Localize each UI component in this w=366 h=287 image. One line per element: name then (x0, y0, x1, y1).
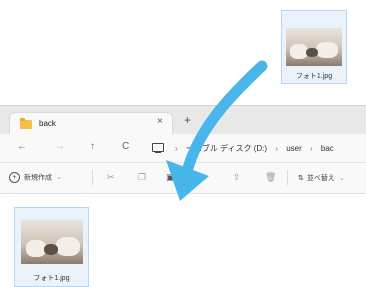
photo-thumbnail (286, 28, 342, 66)
divider (92, 170, 93, 185)
share-icon[interactable]: ⇪ (233, 172, 241, 183)
sort-button-label: 並べ替え (306, 175, 335, 182)
breadcrumb-drive[interactable]: ーバブル ディスク (D:) (186, 144, 267, 153)
cut-icon[interactable]: ✂ (107, 172, 115, 183)
new-button[interactable]: + 新規作成 ⌄ (9, 172, 62, 183)
forward-arrow-icon[interactable]: → (55, 141, 65, 152)
sort-icon: ⇅ (298, 175, 304, 182)
breadcrumb-separator: › (175, 144, 178, 153)
close-icon[interactable]: × (157, 116, 163, 127)
rename-icon[interactable]: ▭ (198, 172, 207, 183)
folder-icon (20, 118, 32, 129)
back-arrow-icon[interactable]: ← (17, 141, 27, 152)
breadcrumb-user[interactable]: user (286, 144, 302, 153)
new-tab-button[interactable]: + (184, 113, 191, 127)
paste-icon[interactable]: ▣ (166, 172, 175, 183)
breadcrumb-separator: › (275, 144, 278, 153)
dragged-file-name: フォト1.jpg (295, 73, 333, 80)
divider (287, 170, 288, 185)
breadcrumb[interactable]: › ーバブル ディスク (D:) › user › bac (175, 143, 340, 154)
tab-bar: back × + (0, 106, 366, 135)
tab-back[interactable]: back × (9, 112, 173, 135)
this-pc-icon[interactable] (152, 143, 164, 153)
breadcrumb-back[interactable]: bac (321, 144, 334, 153)
refresh-icon[interactable]: C (122, 141, 129, 152)
sort-button[interactable]: ⇅ 並べ替え ⌄ (298, 173, 345, 183)
tab-title: back (39, 119, 56, 128)
new-button-label: 新規作成 (24, 174, 52, 182)
file-name: フォト1.jpg (33, 275, 70, 282)
breadcrumb-separator: › (309, 144, 313, 153)
dragged-file-tile[interactable]: フォト1.jpg (281, 10, 347, 84)
delete-icon[interactable]: 🗑 (265, 172, 276, 183)
up-arrow-icon[interactable]: ↑ (90, 141, 95, 152)
copy-icon[interactable]: ❐ (138, 172, 146, 183)
navigation-bar: ← → ↑ C › ーバブル ディスク (D:) › user › bac (0, 134, 366, 163)
file-list-area[interactable]: フォト1.jpg (0, 194, 366, 287)
photo-thumbnail (21, 220, 83, 264)
chevron-down-icon: ⌄ (55, 174, 62, 182)
command-bar: + 新規作成 ⌄ ✂ ❐ ▣ ▭ ⇪ 🗑 ⇅ 並べ替え ⌄ (0, 163, 366, 194)
file-explorer-window: back × + ← → ↑ C › ーバブル ディスク (D:) › user… (0, 105, 366, 287)
file-item[interactable]: フォト1.jpg (14, 207, 89, 287)
plus-icon: + (9, 172, 20, 183)
chevron-down-icon: ⌄ (338, 175, 345, 182)
